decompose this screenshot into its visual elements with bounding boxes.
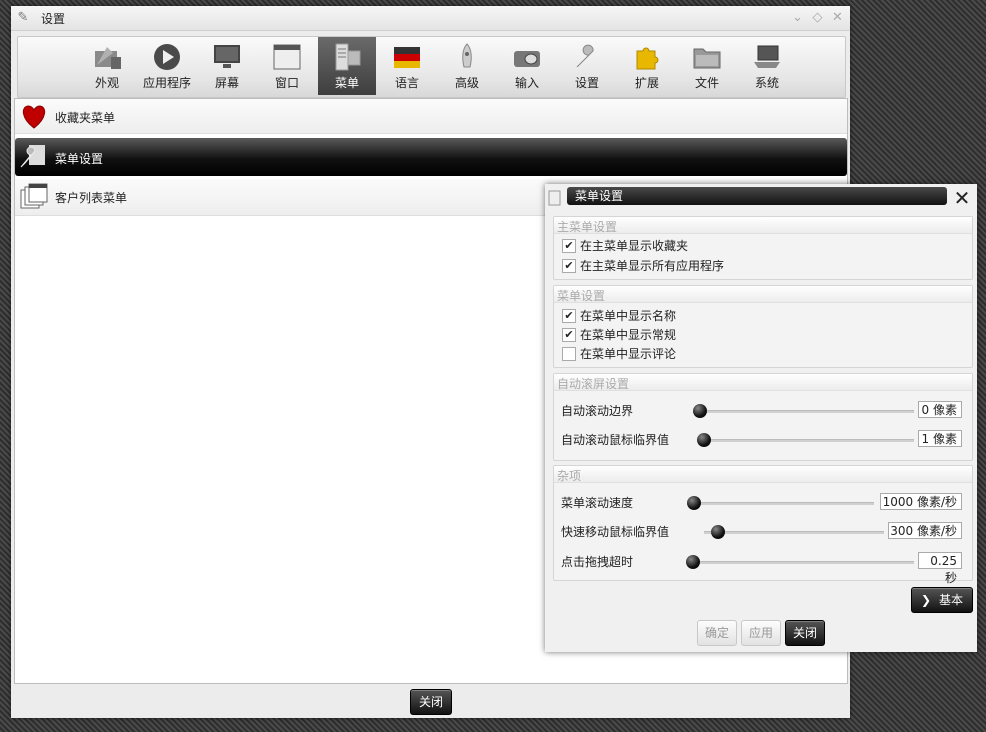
maximize-icon[interactable]: ◇ [809, 9, 826, 26]
tab-input[interactable]: 输入 [498, 37, 556, 95]
heart-icon [19, 102, 49, 130]
group-title: 主菜单设置 [557, 220, 618, 234]
checkmark-icon: ✔ [562, 308, 576, 323]
window-title: 设置 [41, 12, 66, 26]
slider-handle[interactable] [693, 404, 707, 418]
ok-button[interactable]: 确定 [697, 620, 737, 646]
checkbox-show-comment[interactable]: 在菜单中显示评论 [562, 345, 676, 362]
checkmark-icon: ✔ [562, 238, 576, 253]
windows-list-icon [19, 182, 49, 210]
autoscroll-border-slider[interactable] [693, 404, 914, 418]
slider-handle[interactable] [687, 496, 701, 510]
autoscroll-threshold-spinbox[interactable]: 1 像素 [918, 430, 962, 447]
checkbox-show-favorites[interactable]: ✔ 在主菜单显示收藏夹 [562, 237, 688, 254]
tab-screen[interactable]: 屏幕 [198, 37, 256, 95]
window-icon [271, 43, 303, 71]
dialog-close-button[interactable]: 关闭 [785, 620, 825, 646]
autoscroll-threshold-slider[interactable] [697, 433, 914, 447]
tab-files[interactable]: 文件 [678, 37, 736, 95]
play-icon [151, 43, 183, 71]
flag-icon [391, 43, 423, 71]
rocket-icon [451, 43, 483, 71]
chevron-right-icon: ❯ [920, 593, 932, 607]
checkbox-show-all-apps[interactable]: ✔ 在主菜单显示所有应用程序 [562, 257, 724, 274]
tab-applications[interactable]: 应用程序 [138, 37, 196, 95]
group-misc: 杂项 菜单滚动速度 1000 像素/秒 快速移动鼠标临界值 300 像素/秒 点… [553, 465, 973, 585]
group-title: 自动滚屏设置 [557, 377, 630, 391]
menu-scroll-speed-slider[interactable] [687, 496, 874, 510]
list-item-favorites[interactable]: 收藏夹菜单 [15, 99, 847, 134]
puzzle-icon [631, 43, 663, 71]
checkbox-show-generic[interactable]: ✔ 在菜单中显示常规 [562, 326, 676, 343]
appearance-icon [91, 43, 123, 71]
checkbox-show-name[interactable]: ✔ 在菜单中显示名称 [562, 307, 676, 324]
tab-settings[interactable]: 设置 [558, 37, 616, 95]
row-label: 自动滚动边界 [561, 404, 634, 418]
checkmark-icon: ✔ [562, 327, 576, 342]
group-menu: 菜单设置 ✔ 在菜单中显示名称 ✔ 在菜单中显示常规 在菜单中显示评论 [553, 285, 973, 368]
drag-timeout-spinbox[interactable]: 0.25 秒 [918, 552, 962, 585]
group-title: 杂项 [557, 469, 582, 483]
menu-scroll-speed-spinbox[interactable]: 1000 像素/秒 [880, 493, 962, 510]
tab-appearance[interactable]: 外观 [78, 37, 136, 95]
group-autoscroll: 自动滚屏设置 自动滚动边界 0 像素 自动滚动鼠标临界值 1 像素 [553, 373, 973, 461]
row-label: 快速移动鼠标临界值 [561, 525, 670, 539]
folder-icon [691, 43, 723, 71]
shade-icon[interactable]: ⌄ [789, 9, 806, 26]
mouse-icon [511, 43, 543, 71]
checkmark-icon: ✔ [562, 258, 576, 273]
laptop-icon [751, 43, 783, 71]
apply-button[interactable]: 应用 [741, 620, 781, 646]
autoscroll-border-spinbox[interactable]: 0 像素 [918, 401, 962, 418]
document-icon [547, 190, 563, 206]
tab-language[interactable]: 语言 [378, 37, 436, 95]
tab-system[interactable]: 系统 [738, 37, 796, 95]
tab-window[interactable]: 窗口 [258, 37, 316, 95]
menu-settings-icon [19, 141, 49, 169]
group-title: 菜单设置 [557, 289, 606, 303]
tab-advanced[interactable]: 高级 [438, 37, 496, 95]
slider-handle[interactable] [697, 433, 711, 447]
category-toolbar: 外观 应用程序 屏幕 窗口 菜单 语言 高级 输入 设置 扩展 文件 系统 [17, 36, 846, 98]
slider-handle[interactable] [686, 555, 700, 569]
row-label: 菜单滚动速度 [561, 496, 634, 510]
close-icon[interactable]: ✕ [829, 9, 846, 26]
dialog-title[interactable]: 菜单设置 [567, 187, 947, 205]
fast-move-threshold-slider[interactable] [704, 525, 884, 539]
title-bar[interactable]: ✎ 设置 ⌄ ◇ ✕ [11, 6, 850, 31]
fast-move-threshold-spinbox[interactable]: 300 像素/秒 [888, 522, 962, 539]
bottom-bar: 关闭 [11, 684, 850, 718]
wrench-icon: ✎ [17, 10, 29, 25]
row-label: 点击拖拽超时 [561, 555, 634, 569]
menu-settings-dialog: 菜单设置 ✕ 主菜单设置 ✔ 在主菜单显示收藏夹 ✔ 在主菜单显示所有应用程序 … [545, 184, 977, 652]
dialog-close-icon[interactable]: ✕ [951, 187, 973, 209]
drag-timeout-slider[interactable] [686, 555, 914, 569]
tab-extensions[interactable]: 扩展 [618, 37, 676, 95]
group-main-menu: 主菜单设置 ✔ 在主菜单显示收藏夹 ✔ 在主菜单显示所有应用程序 [553, 216, 973, 280]
slider-handle[interactable] [711, 525, 725, 539]
tab-menu[interactable]: 菜单 [318, 37, 376, 95]
menu-icon [331, 43, 363, 71]
row-label: 自动滚动鼠标临界值 [561, 433, 670, 447]
monitor-icon [211, 43, 243, 71]
basic-button[interactable]: ❯ 基本 [911, 587, 973, 613]
list-item-menu-settings[interactable]: 菜单设置 [15, 138, 847, 176]
wrench-icon [571, 43, 603, 71]
close-button[interactable]: 关闭 [410, 689, 452, 715]
